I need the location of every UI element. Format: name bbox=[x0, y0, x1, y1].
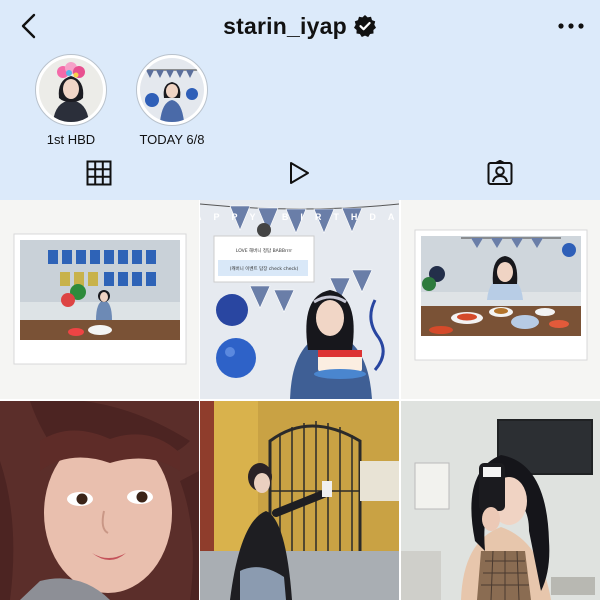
banner-text: HAPPY BIRTHDAY bbox=[200, 212, 399, 222]
tab-reels[interactable] bbox=[279, 155, 319, 191]
post-thumbnail-4[interactable] bbox=[0, 401, 199, 600]
story-highlight-1st-hbd[interactable]: 1st HBD bbox=[31, 54, 111, 147]
notice-line-1: LOVE 해버니 정답 BABBrrrr bbox=[236, 247, 292, 254]
profile-header: starin_iyap 1st HBD TODAY 6/8 bbox=[0, 0, 600, 200]
reels-play-icon bbox=[290, 162, 309, 184]
notice-line-2: (캐버니 이벤트 답장 check check) bbox=[230, 265, 299, 272]
profile-tabs bbox=[0, 155, 600, 191]
title-bar: starin_iyap bbox=[0, 10, 600, 42]
highlight-label: TODAY 6/8 bbox=[139, 132, 205, 147]
tab-posts-grid[interactable] bbox=[79, 155, 119, 191]
highlight-cover-image bbox=[39, 58, 103, 122]
highlight-ring bbox=[35, 54, 107, 126]
highlight-ring bbox=[136, 54, 208, 126]
username-title: starin_iyap bbox=[223, 12, 347, 39]
more-options-button[interactable] bbox=[554, 10, 588, 42]
posts-grid: HAPPY BIRTHDAY LOVE 해버니 정답 BABBrrrr (캐버니… bbox=[0, 200, 600, 600]
grid-icon bbox=[86, 160, 112, 186]
post-thumbnail-5[interactable] bbox=[200, 401, 399, 600]
highlight-label: 1st HBD bbox=[46, 132, 96, 147]
verified-badge-icon bbox=[353, 14, 377, 38]
tab-tagged[interactable] bbox=[480, 155, 520, 191]
post-thumbnail-1[interactable] bbox=[0, 200, 199, 399]
post-thumbnail-3[interactable] bbox=[401, 200, 600, 399]
more-horizontal-icon bbox=[558, 23, 584, 29]
tagged-person-icon bbox=[487, 160, 513, 185]
highlight-cover-image bbox=[140, 58, 204, 122]
story-highlight-today[interactable]: TODAY 6/8 bbox=[132, 54, 212, 147]
post-thumbnail-6[interactable] bbox=[401, 401, 600, 600]
post-thumbnail-2[interactable]: HAPPY BIRTHDAY LOVE 해버니 정답 BABBrrrr (캐버니… bbox=[200, 200, 399, 399]
